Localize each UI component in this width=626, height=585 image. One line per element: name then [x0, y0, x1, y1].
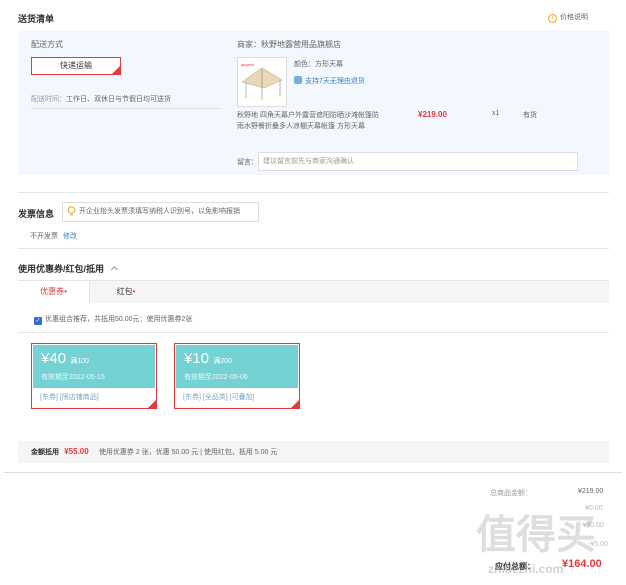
tab-dot: •: [132, 287, 136, 296]
invoice-status-text: 不开发票: [30, 233, 58, 240]
color-value: 方形天幕: [315, 61, 343, 68]
shipping-method-button[interactable]: 快递运输: [31, 57, 121, 75]
summary-total-label: 总商品金额：: [490, 490, 532, 497]
tab-coupons-label: 优惠券: [40, 287, 65, 296]
coupon-amount-value: ¥10: [184, 350, 210, 367]
return-policy-text: 支持7天无理由退货: [305, 78, 365, 85]
combo-checkbox[interactable]: ✓: [34, 317, 42, 325]
coupon-combo: ✓ 优惠组合推荐，共抵用50.00元：使用优惠券2张: [34, 314, 192, 325]
remark-label: 留言：: [237, 159, 258, 166]
section-divider: [18, 192, 609, 193]
merchant-name[interactable]: 秋野地露营用品旗舰店: [261, 40, 341, 49]
coupon-expiry: 有效期至2022-05-06: [184, 374, 248, 381]
coupons-title[interactable]: 使用优惠券/红包/抵用: [18, 262, 118, 275]
tab-coupons[interactable]: 优惠券•: [18, 281, 90, 304]
invoice-status: 不开发票 修改: [30, 231, 77, 241]
product-title[interactable]: 秋野地 四角天幕户外露营遮阳防晒沙滩帐篷防雨水野餐折叠多人凉棚天幕帐篷 方形天幕: [237, 110, 385, 132]
watermark-logo: 值得买: [476, 513, 596, 557]
color-label: 颜色：: [294, 61, 315, 68]
coupon-divider: [18, 332, 609, 333]
remark-input[interactable]: 建议留言前先与商家沟通确认: [258, 152, 578, 171]
price-note-label: 价格说明: [560, 14, 588, 21]
invoice-edit-link[interactable]: 修改: [63, 233, 77, 240]
combo-text: 优惠组合推荐，共抵用50.00元：使用优惠券2张: [45, 316, 193, 323]
chevron-up-icon: [110, 265, 118, 274]
merchant-label: 商家：: [237, 40, 261, 49]
tab-redpacket-label: 红包: [116, 287, 133, 296]
coupon-tags: [东券] [限店铺商品]: [40, 394, 99, 401]
coupon-face: ¥10 满200 有效期至2022-05-06: [176, 345, 298, 388]
merchant-info: 商家：秋野地露营用品旗舰店: [237, 39, 341, 50]
coupon-expiry: 有效期至2022-05-15: [41, 374, 105, 381]
shipping-list-title: 送货清单: [18, 14, 55, 24]
invoice-title: 发票信息: [18, 209, 55, 219]
shipping-time: 配送时间：工作日、双休日与节假日均可送货: [31, 94, 171, 104]
product-quantity: x1: [492, 110, 500, 117]
shipping-method-text: 快递运输: [60, 61, 92, 70]
section-divider: [18, 248, 609, 249]
discount-amount: ¥55.00: [64, 447, 89, 456]
coupon-card[interactable]: ¥40 满100 有效期至2022-05-15 [东券] [限店铺商品]: [31, 343, 157, 409]
product-price: ¥219.00: [418, 110, 447, 119]
summary-total-value: ¥219.00: [578, 488, 604, 495]
lightbulb-icon: [67, 206, 76, 216]
coupon-face: ¥40 满100 有效期至2022-05-15: [33, 345, 155, 388]
tent-image: qiuyedi: [241, 62, 283, 100]
shipping-time-value: 工作日、双休日与节假日均可送货: [66, 96, 171, 103]
svg-text:qiuyedi: qiuyedi: [241, 62, 254, 67]
coupon-condition: 满200: [213, 358, 232, 365]
watermark-url: zhidezhi.com: [488, 562, 564, 576]
selected-corner-icon: [148, 400, 156, 408]
return-icon: [294, 76, 302, 84]
product-thumbnail[interactable]: qiuyedi: [237, 57, 287, 107]
coupon-tags: [东券] [全品类] [可叠加]: [183, 394, 255, 401]
coupon-tabs: 优惠券• 红包•: [18, 280, 609, 304]
invoice-tip-text: 开企业抬头发票须填写纳税人识别号，以免影响报销: [79, 208, 240, 215]
tab-dot: •: [64, 287, 67, 296]
coupon-condition: 满100: [70, 358, 89, 365]
shipping-method-label: 配送方式: [31, 40, 63, 49]
product-color: 颜色：方形天幕: [294, 59, 343, 69]
shipping-time-label: 配送时间：: [31, 96, 66, 103]
order-bottom-border: [4, 472, 622, 473]
product-stock: 有货: [523, 112, 537, 119]
info-icon: i: [548, 14, 557, 23]
discount-summary: 金额抵用 ¥55.00 使用优惠券 2 张，优惠 50.00 元 | 使用红包，…: [18, 441, 609, 463]
selected-corner-icon: [112, 66, 120, 74]
shipping-divider: [31, 108, 221, 109]
coupon-amount-value: ¥40: [41, 350, 67, 367]
coupons-title-text: 使用优惠券/红包/抵用: [18, 264, 105, 274]
order-card: 配送方式 快递运输 配送时间：工作日、双休日与节假日均可送货 商家：秋野地露营用…: [18, 30, 609, 175]
tab-redpacket[interactable]: 红包•: [90, 281, 162, 304]
coupon-amount: ¥40 满100: [41, 350, 89, 367]
selected-corner-icon: [291, 400, 299, 408]
discount-detail: 使用优惠券 2 张，优惠 50.00 元 | 使用红包，抵用 5.00 元: [98, 449, 278, 456]
price-note-link[interactable]: i 价格说明: [548, 12, 588, 23]
invoice-tip: 开企业抬头发票须填写纳税人识别号，以免影响报销: [62, 202, 259, 222]
return-policy: 支持7天无理由退货: [294, 76, 365, 86]
coupon-card[interactable]: ¥10 满200 有效期至2022-05-06 [东券] [全品类] [可叠加]: [174, 343, 300, 409]
discount-label: 金额抵用: [31, 449, 59, 456]
coupon-amount: ¥10 满200: [184, 350, 232, 367]
